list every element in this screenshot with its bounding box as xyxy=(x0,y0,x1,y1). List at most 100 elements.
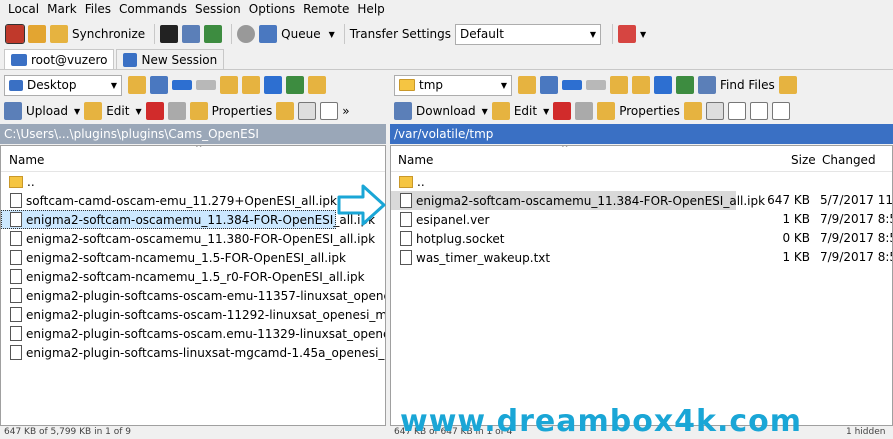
list-item[interactable]: .. xyxy=(1,172,385,191)
new-folder-icon[interactable] xyxy=(683,102,702,120)
left-list-header: Name ^ xyxy=(1,146,385,172)
left-action-toolbar: Upload ▼ Edit ▼ Properties » xyxy=(4,99,384,123)
root-dir-icon[interactable] xyxy=(632,76,650,94)
tab-root-vuzero[interactable]: root@vuzero xyxy=(4,49,115,70)
filter-icon[interactable] xyxy=(150,76,168,94)
synchronize-button[interactable]: Synchronize xyxy=(50,22,145,46)
column-name-header[interactable]: Name xyxy=(9,153,44,167)
right-file-list: Name ^ Size Changed .. enigma2-softcam-o… xyxy=(390,145,893,426)
open-folder-icon[interactable] xyxy=(128,76,146,94)
download-button[interactable]: Download ▼ xyxy=(394,99,488,123)
left-status-bar: 647 KB of 5,799 KB in 1 of 9 xyxy=(4,427,131,437)
unselect-icon[interactable] xyxy=(749,102,768,120)
root-dir-icon[interactable] xyxy=(242,76,260,94)
menu-help[interactable]: Help xyxy=(353,0,388,19)
compare-dirs-icon[interactable] xyxy=(5,24,25,44)
column-name-header[interactable]: Name xyxy=(398,153,433,167)
toolbar-divider xyxy=(343,24,345,44)
properties-icon xyxy=(597,102,616,120)
left-properties-button[interactable]: Properties xyxy=(189,99,272,123)
rename-icon[interactable] xyxy=(575,102,594,120)
menu-local[interactable]: Local xyxy=(4,0,43,19)
filter-select-icon[interactable] xyxy=(771,102,790,120)
find-icon[interactable] xyxy=(308,76,326,94)
left-path-bar: C:\Users\...\plugins\plugins\Cams_OpenES… xyxy=(0,124,386,144)
chevron-down-icon: ▼ xyxy=(328,29,335,39)
menu-remote[interactable]: Remote xyxy=(299,0,353,19)
menu-mark[interactable]: Mark xyxy=(43,0,81,19)
list-item[interactable]: hotplug.socket xyxy=(391,229,892,248)
gear-icon[interactable] xyxy=(237,25,256,43)
home-icon[interactable] xyxy=(654,76,672,94)
file-icon xyxy=(400,193,412,208)
upload-button[interactable]: Upload ▼ xyxy=(4,99,80,123)
delete-icon[interactable] xyxy=(553,102,572,120)
transfer-arrow-icon xyxy=(337,184,386,226)
column-changed-header[interactable]: Changed xyxy=(822,153,876,167)
list-item[interactable]: enigma2-softcam-oscamemu_11.380-FOR-Open… xyxy=(1,229,385,248)
new-file-icon[interactable] xyxy=(298,102,317,120)
right-edit-button[interactable]: Edit ▼ xyxy=(491,99,549,123)
list-item[interactable]: .. xyxy=(391,172,892,191)
tab-new-session[interactable]: New Session xyxy=(116,49,225,70)
refresh-icon[interactable] xyxy=(204,25,223,43)
select-icon[interactable] xyxy=(320,102,339,120)
list-item[interactable]: esipanel.ver xyxy=(391,210,892,229)
monitor-icon xyxy=(11,54,27,66)
list-item[interactable]: enigma2-plugin-softcams-oscam-11292-linu… xyxy=(1,305,385,324)
right-properties-button[interactable]: Properties xyxy=(597,99,680,123)
list-item-selected[interactable]: enigma2-softcam-oscamemu_11.384-FOR-Open… xyxy=(1,210,375,229)
new-file-icon[interactable] xyxy=(705,102,724,120)
more-chevron-icon[interactable]: » xyxy=(342,104,349,118)
tree-icon[interactable] xyxy=(778,76,797,94)
transfer-settings-select[interactable]: Default ▼ xyxy=(455,23,602,45)
putty-icon[interactable] xyxy=(182,25,201,43)
queue-button[interactable]: Queue ▼ xyxy=(259,22,335,46)
list-item[interactable]: softcam-camd-oscam-emu_11.279+OpenESI_al… xyxy=(1,191,385,210)
menu-commands[interactable]: Commands xyxy=(115,0,191,19)
open-folder-icon[interactable] xyxy=(518,76,536,94)
list-item[interactable]: enigma2-plugin-softcams-oscam-emu-11357-… xyxy=(1,286,385,305)
list-item-selected[interactable]: enigma2-softcam-oscamemu_11.384-FOR-Open… xyxy=(391,191,765,210)
file-size: 0 KB xyxy=(782,231,810,245)
list-item[interactable]: enigma2-plugin-softcams-linuxsat-mgcamd-… xyxy=(1,343,385,362)
refresh-icon[interactable] xyxy=(286,76,304,94)
new-folder-icon[interactable] xyxy=(276,102,295,120)
find-icon xyxy=(698,76,716,94)
back-arrow-icon[interactable] xyxy=(562,80,582,90)
back-arrow-icon[interactable] xyxy=(172,80,192,90)
delete-icon[interactable] xyxy=(145,102,164,120)
list-item[interactable]: was_timer_wakeup.txt xyxy=(391,248,892,267)
select-all-icon[interactable] xyxy=(727,102,746,120)
menu-session[interactable]: Session xyxy=(191,0,245,19)
file-icon xyxy=(10,307,22,322)
console-icon[interactable] xyxy=(160,25,179,43)
parent-dir-icon[interactable] xyxy=(220,76,238,94)
filter-icon[interactable] xyxy=(540,76,558,94)
desktop-icon xyxy=(9,79,23,91)
home-icon[interactable] xyxy=(264,76,282,94)
transfer-options-icon[interactable] xyxy=(618,25,637,43)
list-item[interactable]: enigma2-softcam-ncamemu_1.5_r0-FOR-OpenE… xyxy=(1,267,385,286)
file-changed: 7/9/2017 8:50 xyxy=(820,250,892,264)
menu-files[interactable]: Files xyxy=(81,0,115,19)
refresh-icon[interactable] xyxy=(676,76,694,94)
forward-arrow-icon[interactable] xyxy=(586,80,606,90)
right-location-select[interactable]: tmp ▼ xyxy=(394,74,512,96)
toolbar-divider xyxy=(612,24,614,44)
list-item[interactable]: enigma2-plugin-softcams-oscam.emu-11329-… xyxy=(1,324,385,343)
list-item[interactable]: enigma2-softcam-ncamemu_1.5-FOR-OpenESI_… xyxy=(1,248,385,267)
file-icon xyxy=(10,250,22,265)
parent-dir-icon[interactable] xyxy=(610,76,628,94)
left-location-select[interactable]: Desktop ▼ xyxy=(4,74,122,96)
left-edit-button[interactable]: Edit ▼ xyxy=(84,99,142,123)
forward-arrow-icon[interactable] xyxy=(196,80,216,90)
folder-icon xyxy=(399,79,415,91)
column-size-header[interactable]: Size xyxy=(791,153,816,167)
sync-browse-icon[interactable] xyxy=(28,25,46,43)
find-files-button[interactable]: Find Files xyxy=(698,73,775,97)
chevron-down-icon[interactable]: ▼ xyxy=(640,30,646,39)
menu-options[interactable]: Options xyxy=(245,0,299,19)
rename-icon[interactable] xyxy=(167,102,186,120)
chevron-down-icon: ▼ xyxy=(74,106,81,116)
